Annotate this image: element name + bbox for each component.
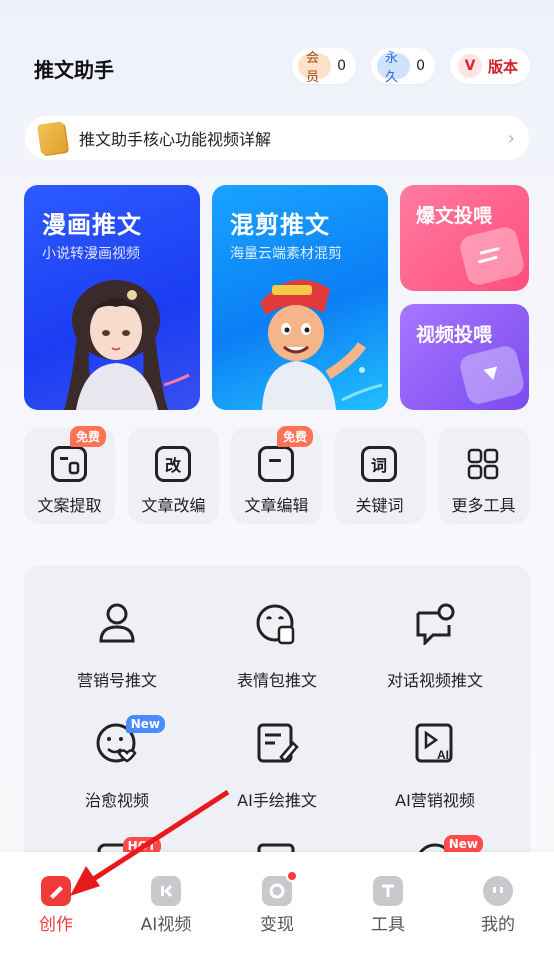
svg-text:AI: AI xyxy=(437,748,449,762)
mix-cut-tweet-card[interactable]: 混剪推文 海量云端素材混剪 xyxy=(212,185,388,410)
grid-item-label: AI手绘推文 xyxy=(237,791,317,810)
member-count: 0 xyxy=(337,58,346,74)
nav-label: 变现 xyxy=(260,915,294,935)
smile-heart-icon: New xyxy=(95,715,165,765)
new-badge: New xyxy=(443,835,483,853)
video-card-title: 视频投喂 xyxy=(416,324,493,346)
permanent-tag: 永久 xyxy=(377,51,411,85)
tool-label: 文章编辑 xyxy=(244,496,309,515)
free-badge: 免费 xyxy=(277,426,314,447)
bottom-nav: 创作 AI视频 变现 工具 我的 xyxy=(0,852,554,954)
permanent-count: 0 xyxy=(416,58,425,74)
nav-label: 创作 xyxy=(39,915,73,935)
ai-video-icon: AI xyxy=(413,721,457,765)
tool-copy-extract[interactable]: 文案提取 免费 xyxy=(24,426,115,524)
tool-label: 文章改编 xyxy=(141,496,206,515)
hot-card-title: 爆文投喂 xyxy=(416,205,493,227)
ai-video-nav-icon xyxy=(151,876,181,906)
comic-tweet-card[interactable]: 漫画推文 小说转漫画视频 xyxy=(24,185,200,410)
nav-create[interactable]: 创作 xyxy=(16,876,96,935)
feature-grid-panel: 营销号推文 表情包推文 对话视频推文 New 治愈视频 AI手绘推文 AI AI… xyxy=(24,565,530,865)
grid-item-sticker[interactable]: 表情包推文 xyxy=(202,601,352,691)
nav-label: 工具 xyxy=(371,915,405,935)
play-icon xyxy=(457,343,527,407)
new-badge: New xyxy=(125,715,165,733)
version-pill[interactable]: V 版本 xyxy=(450,48,530,84)
anime-girl-illustration xyxy=(64,280,190,410)
edit-char-icon: 改 xyxy=(155,446,191,482)
tool-label: 文案提取 xyxy=(37,496,102,515)
keyword-icon: 词 xyxy=(361,446,397,482)
book-icon xyxy=(37,121,67,155)
banner-text: 推文助手核心功能视频详解 xyxy=(79,130,272,149)
create-icon xyxy=(41,876,71,906)
profile-icon xyxy=(483,876,513,906)
tools-nav-icon xyxy=(373,876,403,906)
article-icon xyxy=(258,446,294,482)
grid-item-label: 表情包推文 xyxy=(236,671,317,690)
grid-item-ai-drawing[interactable]: AI手绘推文 xyxy=(202,721,352,811)
tutorial-banner[interactable]: 推文助手核心功能视频详解 › xyxy=(25,116,529,160)
grid-icon xyxy=(465,446,501,482)
camera-icon xyxy=(262,870,298,906)
tool-article-edit[interactable]: 文章编辑 免费 xyxy=(231,426,322,524)
chevron-right-icon: › xyxy=(507,127,515,149)
version-v-icon: V xyxy=(458,54,482,78)
permanent-pill[interactable]: 永久 0 xyxy=(371,48,435,85)
lines-icon xyxy=(457,224,527,288)
document-icon xyxy=(51,446,87,482)
person-icon xyxy=(95,601,139,645)
app-title: 推文助手 xyxy=(34,58,114,82)
grid-item-marketing[interactable]: 营销号推文 xyxy=(42,601,192,691)
free-badge: 免费 xyxy=(70,426,107,447)
cartoon-boy-illustration xyxy=(260,279,383,410)
version-label: 版本 xyxy=(488,57,519,76)
member-pill[interactable]: 会员 0 xyxy=(292,48,356,85)
grid-item-label: 对话视频推文 xyxy=(386,671,483,690)
sticker-icon xyxy=(255,601,299,645)
tool-article-adapt[interactable]: 改 文章改编 xyxy=(128,428,219,524)
tool-label: 关键词 xyxy=(355,496,404,515)
grid-item-label: 营销号推文 xyxy=(76,671,157,690)
grid-item-label: AI营销视频 xyxy=(395,791,475,810)
tool-label: 更多工具 xyxy=(451,496,516,515)
nav-mine[interactable]: 我的 xyxy=(458,876,538,935)
tool-more[interactable]: 更多工具 xyxy=(438,428,529,524)
grid-item-dialog[interactable]: 对话视频推文 xyxy=(360,601,510,691)
tool-keyword[interactable]: 词 关键词 xyxy=(334,428,425,524)
member-tag: 会员 xyxy=(298,51,332,85)
nav-ai-video[interactable]: AI视频 xyxy=(126,876,206,935)
header: 推文助手 会员 0 永久 0 V 版本 xyxy=(0,44,554,90)
video-feed-card[interactable]: 视频投喂 xyxy=(400,304,529,410)
nav-label: AI视频 xyxy=(140,915,192,935)
nav-tools[interactable]: 工具 xyxy=(348,876,428,935)
grid-item-ai-marketing[interactable]: AI AI营销视频 xyxy=(360,721,510,811)
draw-icon xyxy=(255,721,299,765)
hot-article-feed-card[interactable]: 爆文投喂 xyxy=(400,185,529,291)
grid-item-healing[interactable]: New 治愈视频 xyxy=(42,715,192,811)
grid-item-label: 治愈视频 xyxy=(84,791,149,810)
notification-dot xyxy=(286,870,298,882)
nav-monetize[interactable]: 变现 xyxy=(237,870,317,935)
nav-label: 我的 xyxy=(481,915,515,935)
chat-icon xyxy=(413,601,457,647)
